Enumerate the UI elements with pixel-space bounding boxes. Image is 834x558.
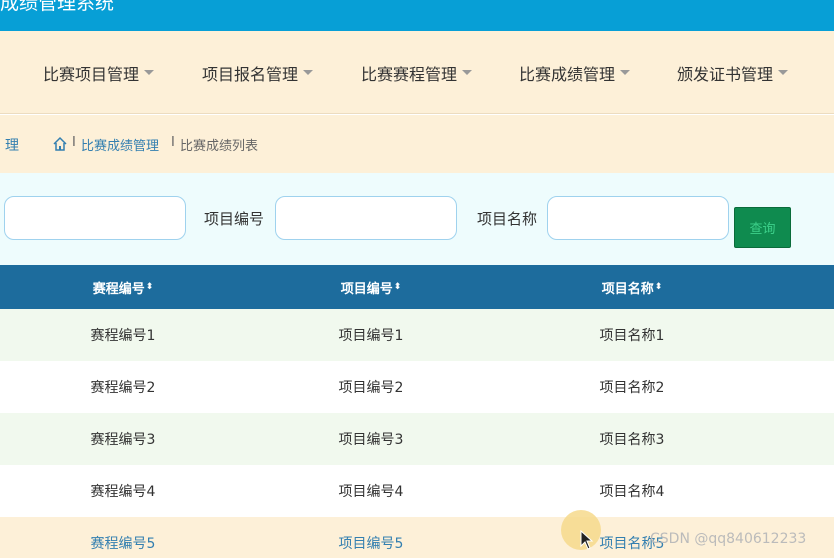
column-header-label: 项目编号 [340, 281, 393, 297]
caret-down-icon [303, 70, 314, 75]
breadcrumb-current: 比赛成绩列表 [180, 139, 259, 154]
project-name-label: 项目名称 [477, 210, 538, 228]
sort-icon: ⬍ [393, 281, 402, 292]
table-cell: 项目名称4 [599, 484, 665, 500]
sort-icon: ⬍ [145, 281, 154, 292]
caret-down-icon [620, 70, 631, 75]
table-row[interactable]: 赛程编号2 项目编号2 项目名称2 [0, 361, 834, 413]
project-name-input[interactable] [547, 196, 729, 240]
table-cell: 项目名称3 [599, 432, 665, 448]
column-header-label: 赛程编号 [92, 281, 145, 297]
table-header: 赛程编号 ⬍ 项目编号 ⬍ 项目名称 ⬍ [0, 265, 834, 309]
nav-item-label: 比赛项目管理 [43, 64, 140, 84]
table-cell: 项目编号1 [338, 328, 404, 344]
app-title: 成绩管理系统 [0, 0, 115, 14]
nav-item-registration[interactable]: 项目报名管理 [202, 31, 314, 114]
table-cell: 赛程编号5 [90, 536, 156, 552]
nav-item-label: 比赛赛程管理 [361, 64, 458, 84]
table-cell: 赛程编号3 [90, 432, 156, 448]
results-table: 赛程编号 ⬍ 项目编号 ⬍ 项目名称 ⬍ 赛程编号1 项目编号1 项目名称1 赛程编号… [0, 265, 834, 558]
column-header-schedule-number[interactable]: 赛程编号 ⬍ [0, 265, 246, 309]
nav-item-label: 项目报名管理 [202, 64, 299, 84]
table-cell: 项目名称1 [599, 328, 665, 344]
breadcrumb-separator: I [72, 135, 76, 150]
caret-down-icon [778, 70, 789, 75]
table-cell: 项目名称2 [599, 380, 665, 396]
search-button[interactable]: 查询 [734, 207, 791, 248]
project-number-input[interactable] [275, 196, 457, 240]
table-row[interactable]: 赛程编号1 项目编号1 项目名称1 [0, 309, 834, 361]
main-nav: 比赛项目管理 项目报名管理 比赛赛程管理 比赛成绩管理 颁发证书管理 [0, 31, 834, 114]
table-cell: 项目编号3 [338, 432, 404, 448]
search-input-1[interactable] [4, 196, 186, 240]
column-header-label: 项目名称 [601, 281, 654, 297]
project-number-label: 项目编号 [204, 210, 265, 228]
nav-item-results[interactable]: 比赛成绩管理 [519, 31, 631, 114]
breadcrumb-separator: I [171, 135, 175, 150]
caret-down-icon [462, 70, 473, 75]
table-cell: 项目编号2 [338, 380, 404, 396]
nav-item-certificates[interactable]: 颁发证书管理 [677, 31, 789, 114]
table-cell: 赛程编号1 [90, 328, 156, 344]
table-row[interactable]: 赛程编号4 项目编号4 项目名称4 [0, 465, 834, 517]
column-header-project-number[interactable]: 项目编号 ⬍ [246, 265, 496, 309]
page: 成绩管理系统 比赛项目管理 项目报名管理 比赛赛程管理 比赛成绩管理 颁发证书管… [0, 0, 834, 558]
nav-item-schedule[interactable]: 比赛赛程管理 [361, 31, 473, 114]
cursor-icon [580, 530, 594, 550]
breadcrumb-section-link[interactable]: 比赛成绩管理 [81, 135, 159, 154]
table-row[interactable]: 赛程编号3 项目编号3 项目名称3 [0, 413, 834, 465]
column-header-project-name[interactable]: 项目名称 ⬍ [496, 265, 768, 309]
watermark: CSDN @qq840612233 [650, 531, 807, 547]
caret-down-icon [144, 70, 155, 75]
table-cell: 赛程编号2 [90, 380, 156, 396]
table-cell: 赛程编号4 [90, 484, 156, 500]
nav-item-label: 比赛成绩管理 [519, 64, 616, 84]
table-cell: 项目编号5 [338, 536, 404, 552]
nav-item-label: 颁发证书管理 [677, 64, 774, 84]
breadcrumb-left-text[interactable]: 理 [5, 135, 19, 155]
nav-item-competition-projects[interactable]: 比赛项目管理 [43, 31, 155, 114]
top-header-bar: 成绩管理系统 [0, 0, 834, 31]
table-cell: 项目编号4 [338, 484, 404, 500]
sort-icon: ⬍ [654, 281, 663, 292]
home-icon[interactable] [52, 136, 68, 152]
